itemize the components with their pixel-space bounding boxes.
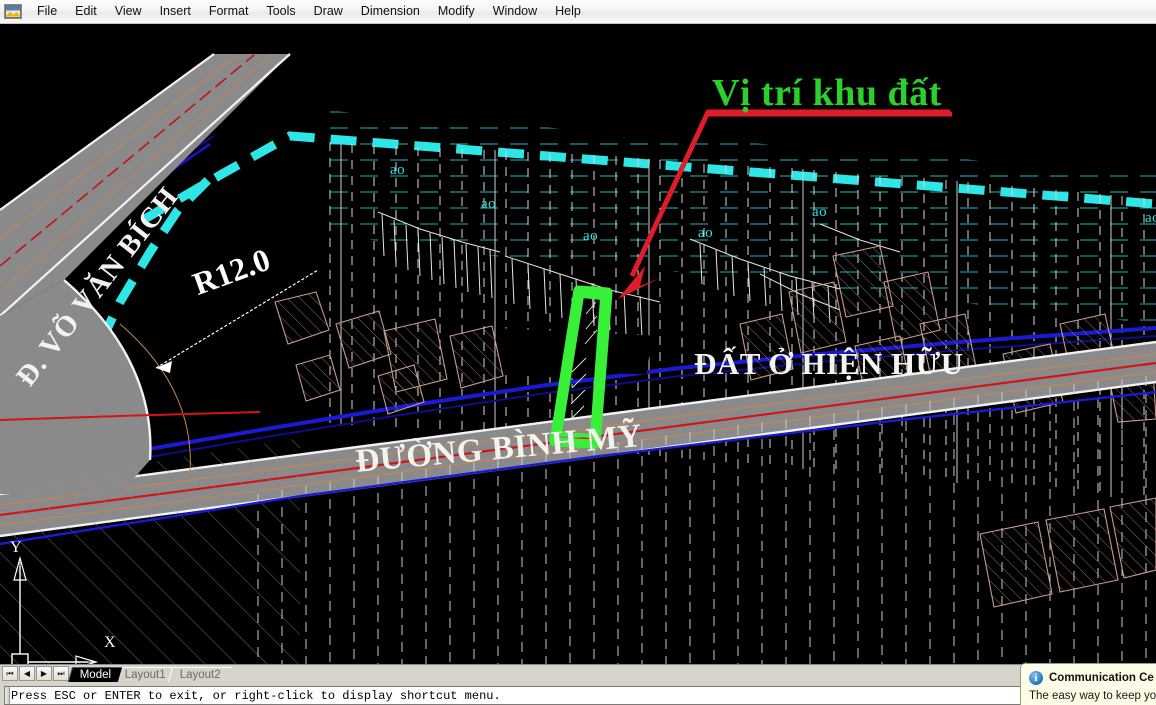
tab-nav-first-button[interactable]: ⏮ <box>2 666 18 681</box>
tab-model-label: Model <box>79 669 112 681</box>
info-icon: i <box>1029 671 1043 685</box>
menu-item-view[interactable]: View <box>106 2 151 22</box>
menu-bar: File Edit View Insert Format Tools Draw … <box>0 0 1156 24</box>
menu-item-help[interactable]: Help <box>546 2 590 22</box>
autocad-app-icon[interactable] <box>4 3 22 20</box>
command-line-scrollbar[interactable] <box>5 687 10 704</box>
menu-item-insert[interactable]: Insert <box>151 2 200 22</box>
command-line-text: Press ESC or ENTER to exit, or right-cli… <box>11 689 501 703</box>
menu-item-format[interactable]: Format <box>200 2 258 22</box>
menu-item-edit[interactable]: Edit <box>66 2 106 22</box>
tab-model[interactable]: Model <box>67 667 123 682</box>
menu-item-dimension[interactable]: Dimension <box>352 2 429 22</box>
menu-item-draw[interactable]: Draw <box>305 2 352 22</box>
command-line-area[interactable]: Press ESC or ENTER to exit, or right-cli… <box>0 682 1156 705</box>
menu-item-tools[interactable]: Tools <box>257 2 304 22</box>
menu-item-window[interactable]: Window <box>484 2 546 22</box>
tab-layout2[interactable]: Layout2 <box>168 667 233 682</box>
menu-item-modify[interactable]: Modify <box>429 2 484 22</box>
tab-nav-next-button[interactable]: ▶ <box>36 666 52 681</box>
drawing-canvas[interactable]: Vị trí khu đất ĐƯỜNG BÌNH MỸ ĐẤT Ở HIỆN … <box>0 24 1156 664</box>
balloon-header: i Communication Ce <box>1029 671 1156 685</box>
balloon-body-text: The easy way to keep you <box>1029 690 1156 702</box>
command-line-window[interactable]: Press ESC or ENTER to exit, or right-cli… <box>4 686 1156 705</box>
menu-item-file[interactable]: File <box>28 2 66 22</box>
autocad-window: File Edit View Insert Format Tools Draw … <box>0 0 1156 705</box>
tab-layout1-label: Layout1 <box>125 669 166 681</box>
layout-tab-strip: ⏮ ◀ ▶ ⏭ Model Layout1 Layout2 <box>0 664 1156 682</box>
tab-nav-last-button[interactable]: ⏭ <box>53 666 69 681</box>
cad-drawing <box>0 24 1156 664</box>
balloon-title: Communication Ce <box>1049 672 1154 684</box>
tab-layout2-label: Layout2 <box>179 669 221 681</box>
tab-nav-prev-button[interactable]: ◀ <box>19 666 35 681</box>
communication-center-balloon[interactable]: i Communication Ce The easy way to keep … <box>1020 663 1156 705</box>
